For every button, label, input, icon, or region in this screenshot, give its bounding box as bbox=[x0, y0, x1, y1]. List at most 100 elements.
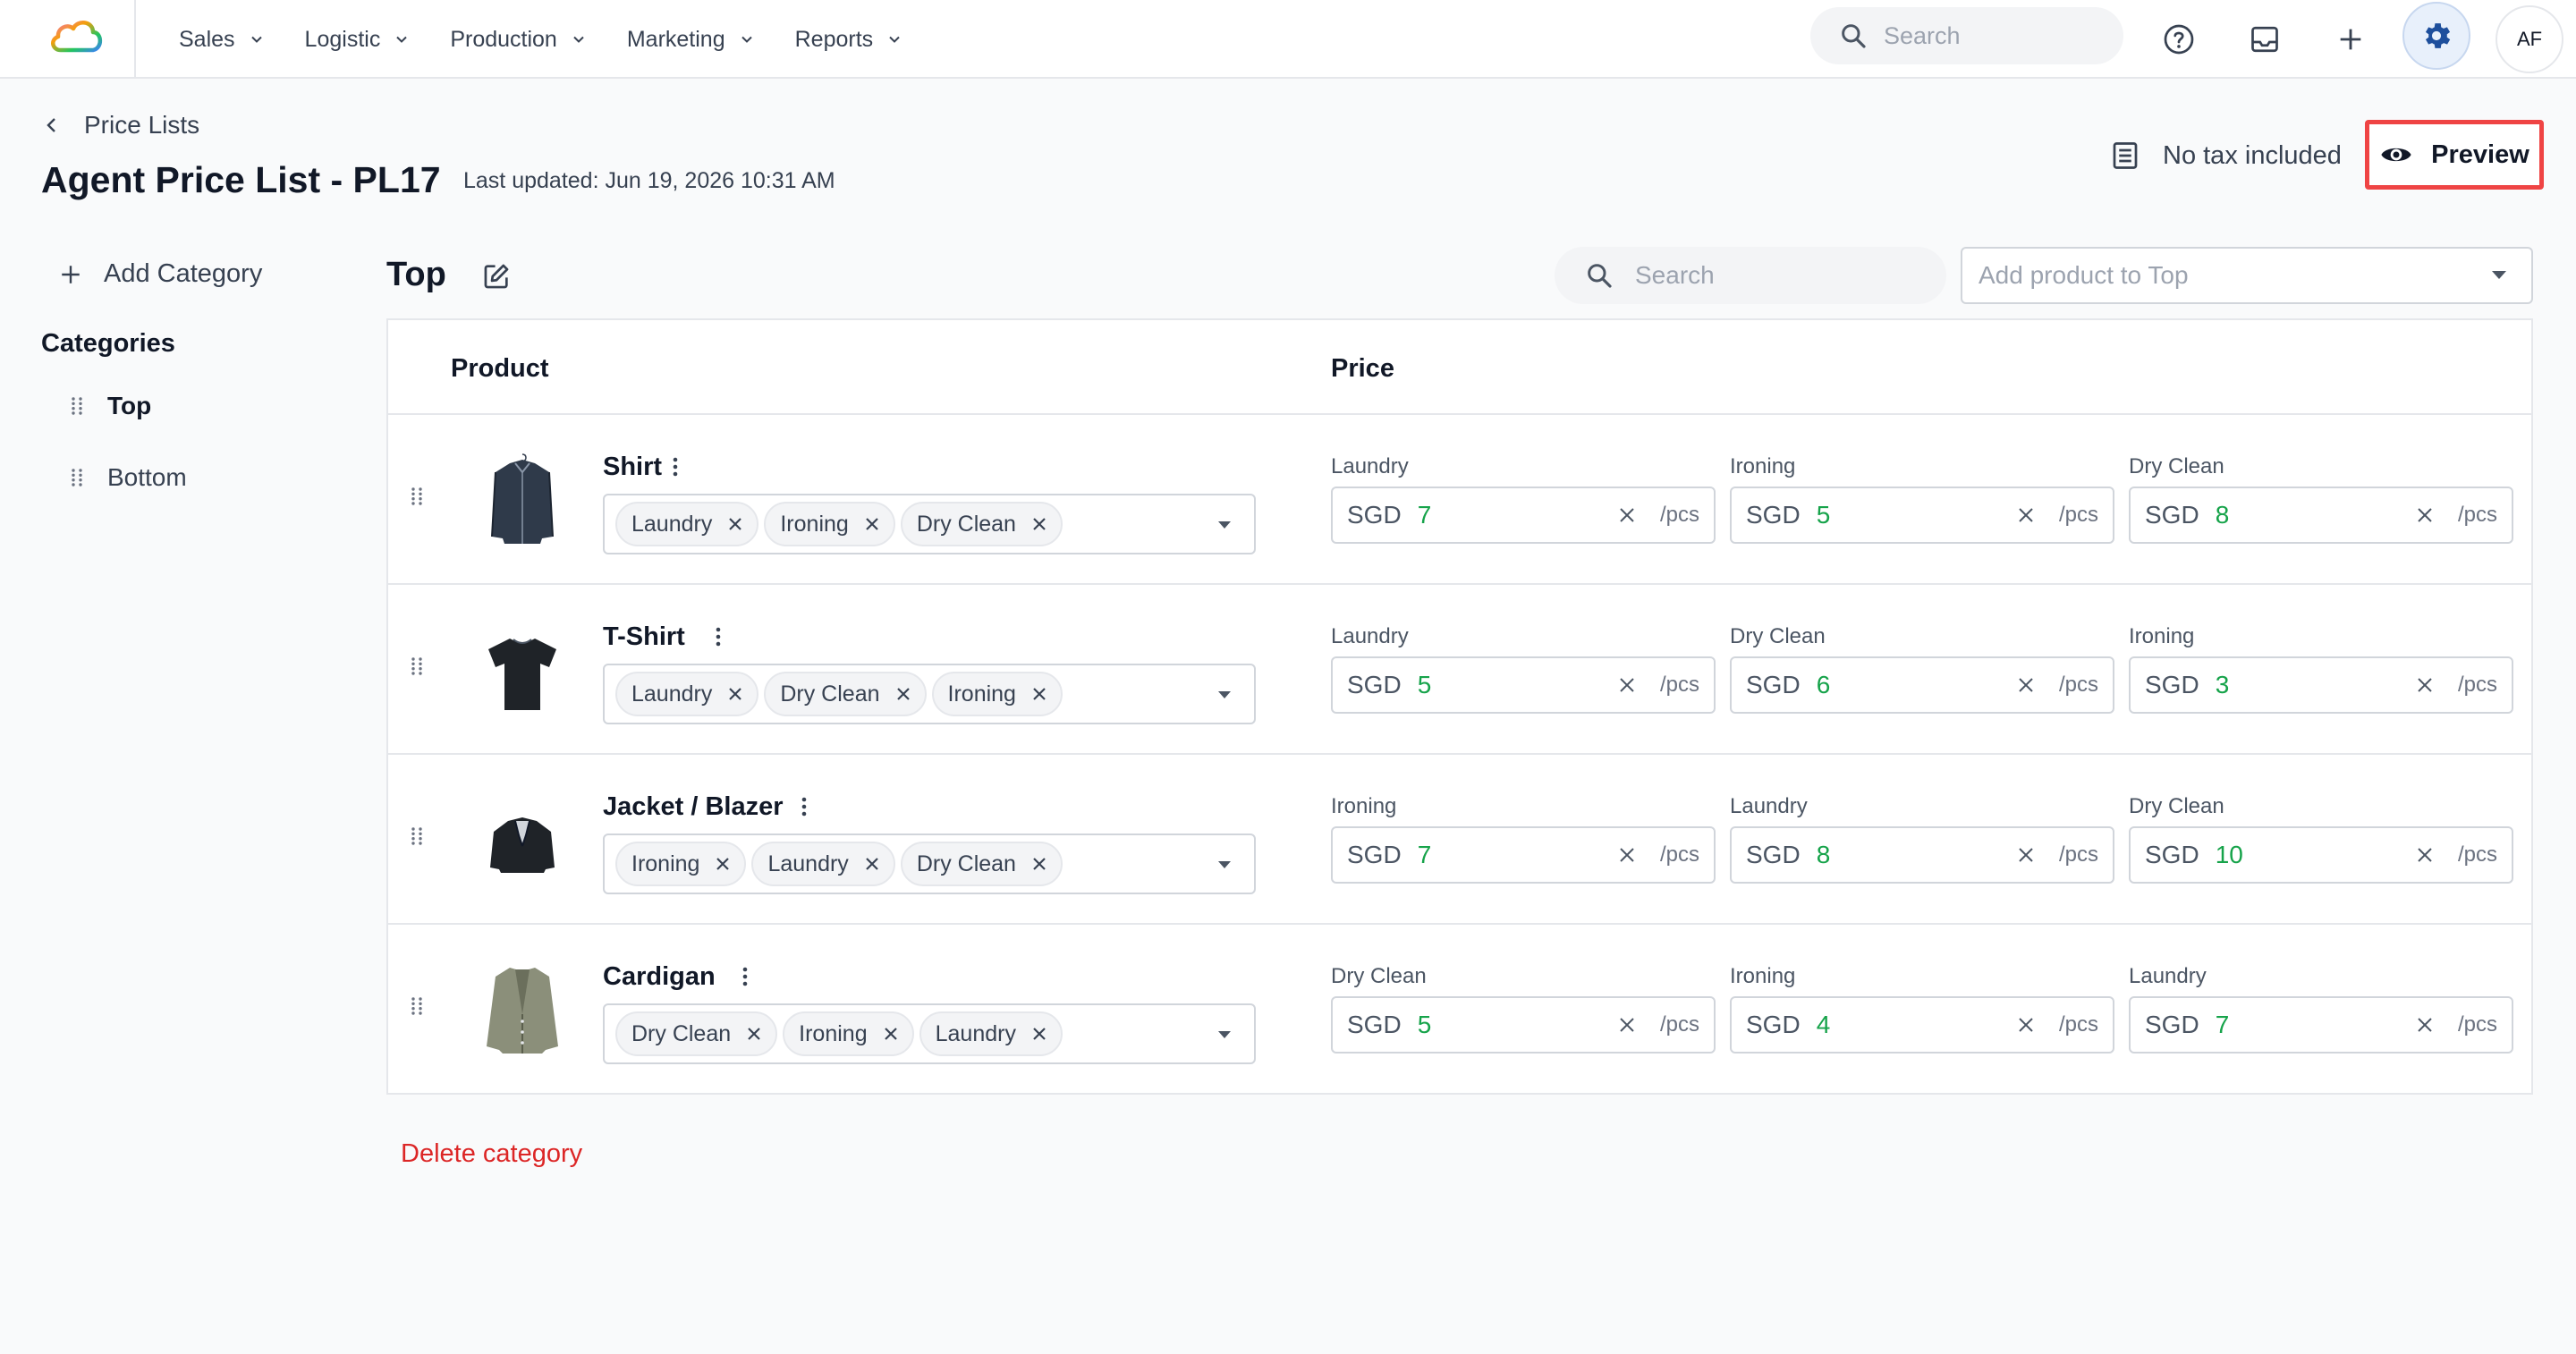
drag-handle-icon[interactable] bbox=[410, 656, 424, 676]
close-icon[interactable] bbox=[1619, 507, 1635, 523]
service-tags-select[interactable]: Laundry Ironing Dry Clean bbox=[603, 494, 1256, 554]
delete-category-button[interactable]: Delete category bbox=[401, 1139, 582, 1169]
close-icon[interactable] bbox=[2417, 1017, 2433, 1033]
nav-marketing[interactable]: Marketing bbox=[627, 27, 756, 53]
close-icon[interactable] bbox=[747, 1027, 761, 1041]
price-input[interactable]: SGD 4 /pcs bbox=[1730, 996, 2114, 1054]
price-value[interactable]: 5 bbox=[1817, 501, 2018, 529]
close-icon[interactable] bbox=[2018, 507, 2034, 523]
price-value[interactable]: 8 bbox=[1817, 841, 2018, 869]
close-icon[interactable] bbox=[865, 517, 879, 531]
product-search[interactable] bbox=[1555, 247, 1946, 304]
caret-down-icon[interactable] bbox=[1216, 520, 1233, 530]
price-input[interactable]: SGD 5 /pcs bbox=[1331, 656, 1716, 714]
nav-sales[interactable]: Sales bbox=[179, 27, 266, 53]
close-icon[interactable] bbox=[896, 687, 911, 701]
close-icon[interactable] bbox=[1032, 517, 1046, 531]
price-input[interactable]: SGD 7 /pcs bbox=[2129, 996, 2513, 1054]
close-icon[interactable] bbox=[865, 857, 879, 871]
close-icon[interactable] bbox=[2018, 1017, 2034, 1033]
price-value[interactable]: 6 bbox=[1817, 671, 2018, 699]
add-category-button[interactable]: Add Category bbox=[59, 259, 262, 289]
tax-setting[interactable]: No tax included bbox=[2109, 140, 2342, 172]
help-button[interactable] bbox=[2154, 14, 2204, 64]
drag-handle-icon[interactable] bbox=[410, 487, 424, 506]
add-product-select[interactable]: Add product to Top bbox=[1961, 247, 2533, 304]
close-icon[interactable] bbox=[728, 687, 742, 701]
nav-reports[interactable]: Reports bbox=[795, 27, 904, 53]
preview-button[interactable]: Preview bbox=[2365, 120, 2544, 190]
more-vertical-icon[interactable] bbox=[714, 624, 723, 649]
edit-category-button[interactable] bbox=[481, 261, 512, 292]
price-value[interactable]: 3 bbox=[2216, 671, 2417, 699]
price-input[interactable]: SGD 7 /pcs bbox=[1331, 826, 1716, 884]
caret-down-icon bbox=[2492, 271, 2506, 279]
user-avatar[interactable]: AF bbox=[2496, 5, 2563, 73]
price-value[interactable]: 5 bbox=[1418, 671, 1619, 699]
price-value[interactable]: 7 bbox=[1418, 501, 1619, 529]
close-icon[interactable] bbox=[2018, 677, 2034, 693]
price-value[interactable]: 8 bbox=[2216, 501, 2417, 529]
close-icon[interactable] bbox=[728, 517, 742, 531]
more-vertical-icon[interactable] bbox=[671, 454, 680, 479]
drag-handle-icon[interactable] bbox=[70, 396, 84, 416]
caret-down-icon[interactable] bbox=[1216, 1029, 1233, 1040]
price-input[interactable]: SGD 3 /pcs bbox=[2129, 656, 2513, 714]
more-vertical-icon[interactable] bbox=[800, 794, 809, 819]
cloud-logo-icon[interactable] bbox=[47, 14, 106, 59]
category-title: Top bbox=[386, 256, 446, 293]
product-search-input[interactable] bbox=[1635, 261, 1921, 290]
price-value[interactable]: 7 bbox=[1418, 841, 1619, 869]
service-tags-select[interactable]: Ironing Laundry Dry Clean bbox=[603, 834, 1256, 894]
close-icon[interactable] bbox=[1032, 1027, 1046, 1041]
close-icon[interactable] bbox=[2417, 677, 2433, 693]
price-value[interactable]: 7 bbox=[2216, 1011, 2417, 1039]
back-to-price-lists[interactable]: Price Lists bbox=[41, 111, 199, 140]
top-navbar: Sales Logistic Production Marketing Repo… bbox=[0, 0, 2576, 79]
price-input[interactable]: SGD 10 /pcs bbox=[2129, 826, 2513, 884]
close-icon[interactable] bbox=[1619, 847, 1635, 863]
category-item-top[interactable]: Top bbox=[70, 392, 151, 420]
page-title: Agent Price List - PL17 bbox=[41, 159, 441, 200]
close-icon[interactable] bbox=[2018, 847, 2034, 863]
global-search-input[interactable] bbox=[1884, 21, 2098, 50]
category-item-bottom[interactable]: Bottom bbox=[70, 463, 187, 492]
caret-down-icon[interactable] bbox=[1216, 690, 1233, 700]
drag-handle-icon[interactable] bbox=[410, 996, 424, 1016]
chevron-down-icon bbox=[889, 36, 900, 43]
close-icon[interactable] bbox=[1032, 687, 1046, 701]
close-icon[interactable] bbox=[1619, 677, 1635, 693]
price-input[interactable]: SGD 8 /pcs bbox=[2129, 487, 2513, 544]
add-button[interactable] bbox=[2326, 14, 2376, 64]
caret-down-icon[interactable] bbox=[1216, 859, 1233, 870]
price-value[interactable]: 4 bbox=[1817, 1011, 2018, 1039]
price-input[interactable]: SGD 5 /pcs bbox=[1331, 996, 1716, 1054]
close-icon[interactable] bbox=[716, 857, 730, 871]
cardigan-image bbox=[487, 968, 558, 1054]
service-tag-label: Ironing bbox=[631, 850, 700, 876]
service-tag-label: Dry Clean bbox=[631, 1020, 732, 1046]
nav-production[interactable]: Production bbox=[450, 27, 588, 53]
price-input[interactable]: SGD 8 /pcs bbox=[1730, 826, 2114, 884]
price-input[interactable]: SGD 7 /pcs bbox=[1331, 487, 1716, 544]
close-icon[interactable] bbox=[2417, 507, 2433, 523]
service-tags-select[interactable]: Dry Clean Ironing Laundry bbox=[603, 1003, 1256, 1064]
close-icon[interactable] bbox=[1619, 1017, 1635, 1033]
close-icon[interactable] bbox=[1032, 857, 1046, 871]
price-label: Dry Clean bbox=[1331, 964, 1427, 988]
more-vertical-icon[interactable] bbox=[741, 964, 750, 989]
drag-handle-icon[interactable] bbox=[70, 468, 84, 487]
nav-label: Production bbox=[450, 26, 557, 52]
price-value[interactable]: 10 bbox=[2216, 841, 2417, 869]
settings-button[interactable] bbox=[2402, 2, 2470, 70]
close-icon[interactable] bbox=[2417, 847, 2433, 863]
inbox-button[interactable] bbox=[2240, 14, 2290, 64]
close-icon[interactable] bbox=[884, 1027, 898, 1041]
price-value[interactable]: 5 bbox=[1418, 1011, 1619, 1039]
price-input[interactable]: SGD 6 /pcs bbox=[1730, 656, 2114, 714]
drag-handle-icon[interactable] bbox=[410, 826, 424, 846]
price-input[interactable]: SGD 5 /pcs bbox=[1730, 487, 2114, 544]
service-tags-select[interactable]: Laundry Dry Clean Ironing bbox=[603, 664, 1256, 724]
nav-logistic[interactable]: Logistic bbox=[305, 27, 411, 53]
global-search[interactable] bbox=[1810, 7, 2123, 64]
